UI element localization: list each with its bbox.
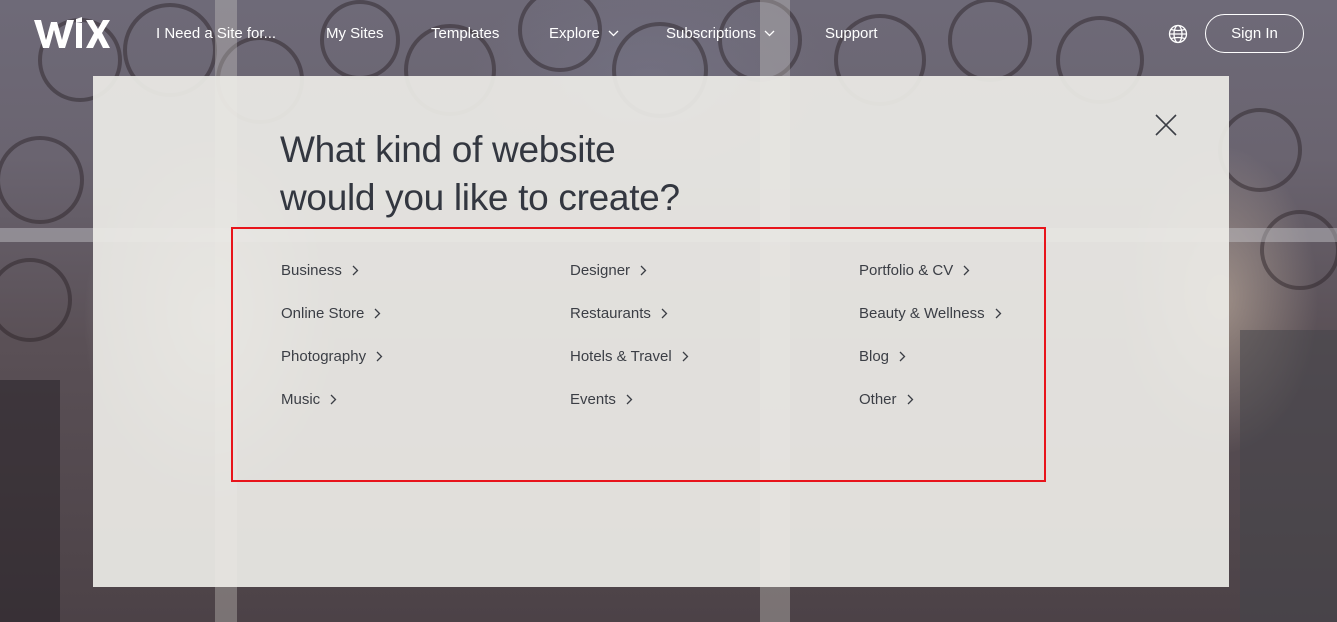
category-designer[interactable]: Designer (570, 262, 647, 279)
category-label: Restaurants (570, 305, 651, 322)
category-label: Online Store (281, 305, 365, 322)
category-portfolio-cv[interactable]: Portfolio & CV (859, 262, 970, 279)
category-other[interactable]: Other (859, 391, 914, 408)
chevron-right-icon (661, 308, 668, 319)
category-music[interactable]: Music (281, 391, 337, 408)
category-beauty-wellness[interactable]: Beauty & Wellness (859, 305, 1002, 322)
category-blog[interactable]: Blog (859, 348, 906, 365)
category-label: Events (570, 391, 616, 408)
nav-label: Templates (431, 25, 500, 42)
category-label: Portfolio & CV (859, 262, 954, 279)
category-business[interactable]: Business (281, 262, 359, 279)
sign-in-button[interactable]: Sign In (1205, 14, 1304, 53)
chevron-right-icon (626, 394, 633, 405)
nav-label: Support (825, 25, 878, 42)
chevron-right-icon (640, 265, 647, 276)
chevron-right-icon (330, 394, 337, 405)
nav-my-sites[interactable]: My Sites (326, 25, 384, 42)
category-restaurants[interactable]: Restaurants (570, 305, 668, 322)
chevron-right-icon (376, 351, 383, 362)
chevron-right-icon (963, 265, 970, 276)
modal-title-line2: would you like to create? (280, 177, 680, 218)
nav-explore[interactable]: Explore (549, 25, 619, 42)
category-label: Other (859, 391, 897, 408)
category-events[interactable]: Events (570, 391, 633, 408)
category-label: Beauty & Wellness (859, 305, 985, 322)
chevron-right-icon (899, 351, 906, 362)
sign-in-label: Sign In (1231, 25, 1278, 42)
chevron-right-icon (374, 308, 381, 319)
nav-templates[interactable]: Templates (431, 25, 499, 42)
category-label: Photography (281, 348, 367, 365)
nav-label: Explore (549, 25, 600, 42)
globe-icon[interactable] (1167, 23, 1189, 45)
category-photography[interactable]: Photography (281, 348, 383, 365)
chevron-down-icon (608, 30, 619, 37)
chevron-right-icon (907, 394, 913, 405)
modal-title: What kind of website would you like to c… (280, 126, 980, 222)
nav-label: My Sites (326, 25, 384, 42)
category-label: Business (281, 262, 342, 279)
nav-subscriptions[interactable]: Subscriptions (666, 25, 775, 42)
nav-label: Subscriptions (666, 25, 757, 42)
nav-label: I Need a Site for... (156, 25, 277, 42)
chevron-right-icon (995, 308, 1002, 319)
category-label: Hotels & Travel (570, 348, 672, 365)
wix-logo[interactable] (34, 14, 110, 54)
category-online-store[interactable]: Online Store (281, 305, 381, 322)
modal-title-line1: What kind of website (280, 129, 616, 170)
close-icon[interactable] (1155, 114, 1177, 136)
nav-support[interactable]: Support (825, 25, 878, 42)
chevron-down-icon (764, 30, 775, 37)
top-navigation: I Need a Site for... My Sites Templates … (0, 0, 1337, 70)
category-label: Music (281, 391, 321, 408)
category-label: Designer (570, 262, 631, 279)
chevron-right-icon (352, 265, 359, 276)
category-label: Blog (859, 348, 890, 365)
chevron-right-icon (682, 351, 689, 362)
nav-i-need-a-site-for[interactable]: I Need a Site for... (156, 25, 276, 42)
website-type-modal: What kind of website would you like to c… (93, 76, 1229, 587)
category-hotels-travel[interactable]: Hotels & Travel (570, 348, 689, 365)
